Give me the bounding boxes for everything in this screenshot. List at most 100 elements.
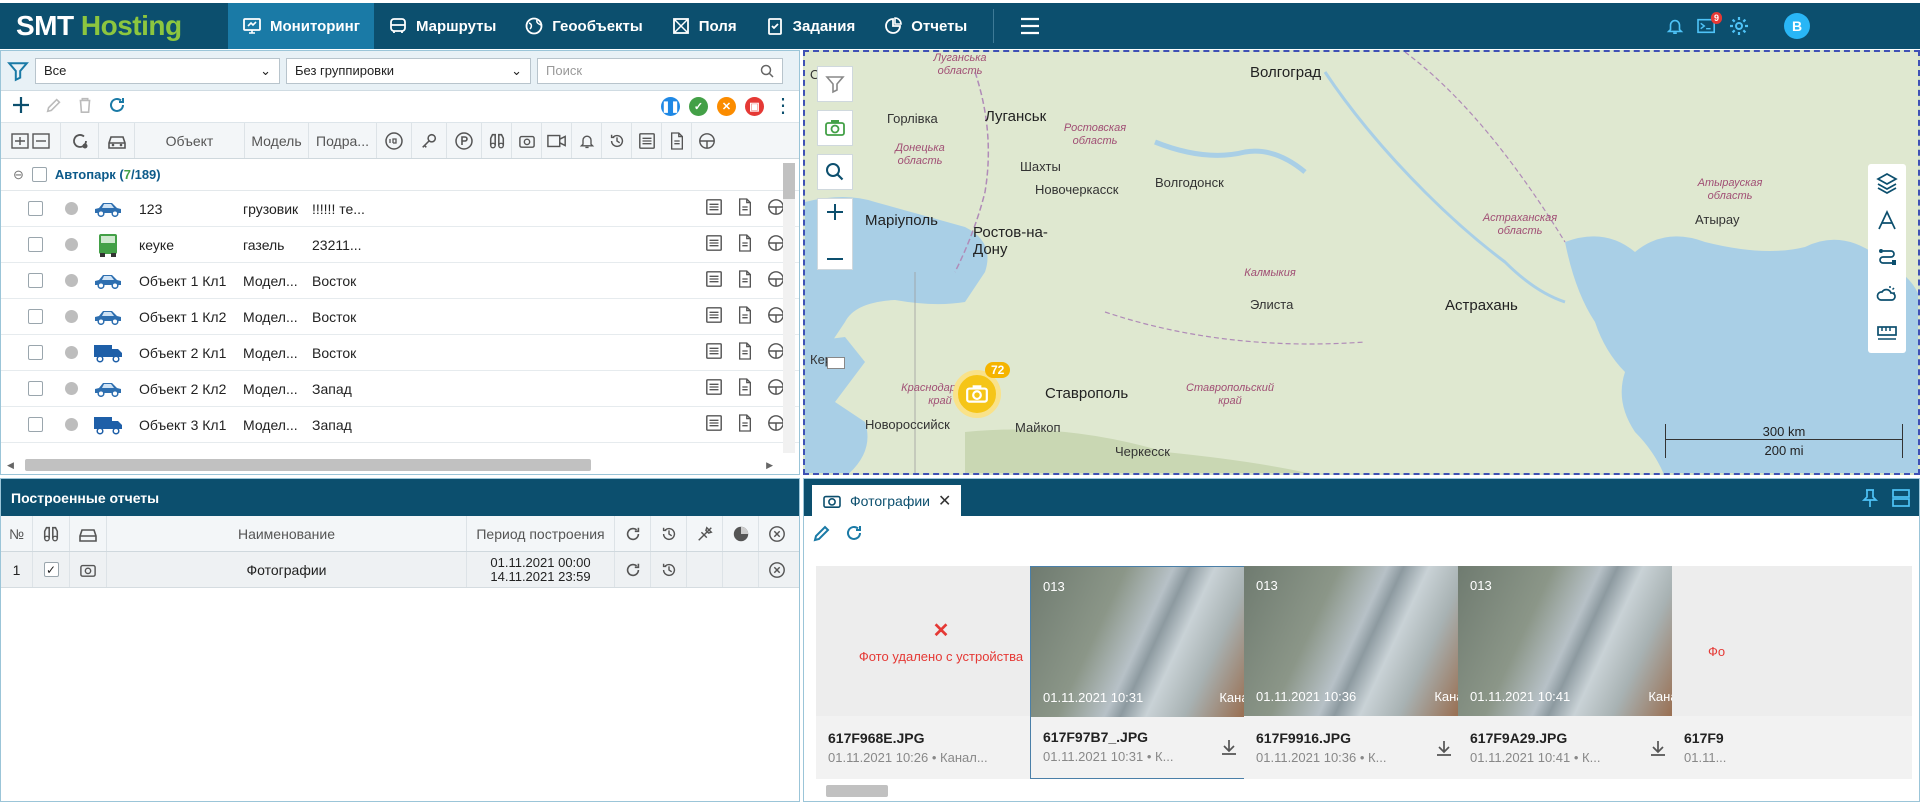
- nav-geoobjects[interactable]: Геообъекты: [510, 3, 656, 49]
- header-period[interactable]: Период построения: [467, 516, 615, 551]
- search-input[interactable]: Поиск: [537, 57, 783, 84]
- nav-tasks[interactable]: Задания: [751, 3, 870, 49]
- binoculars-col-icon[interactable]: [33, 516, 70, 551]
- pin-icon[interactable]: [1861, 488, 1879, 511]
- refresh-col-icon[interactable]: [615, 516, 651, 551]
- map-camera-icon[interactable]: [817, 110, 853, 146]
- history-col-icon[interactable]: [602, 123, 632, 158]
- route-icon[interactable]: [1876, 246, 1898, 271]
- header-model[interactable]: Модель: [245, 123, 309, 158]
- grouping-select[interactable]: Без группировки ⌄: [286, 57, 531, 84]
- horizontal-scrollbar[interactable]: ◀ ▶: [7, 458, 773, 472]
- photo-thumbnail[interactable]: 01301.11.2021 10:36Канал 0: [1244, 566, 1494, 716]
- binoculars-col-icon[interactable]: [482, 123, 512, 158]
- car-col-icon[interactable]: [99, 123, 135, 158]
- zoom-out-icon[interactable]: [826, 241, 844, 267]
- collapse-icon[interactable]: ⊖: [13, 167, 24, 183]
- group-row-autopark[interactable]: ⊖ Автопарк (7/189): [1, 159, 799, 191]
- table-row[interactable]: кеуке газель 23211...: [1, 227, 799, 263]
- row-checkbox[interactable]: [1, 381, 51, 396]
- header-department[interactable]: Подра...: [309, 123, 377, 158]
- ruler-draw-icon[interactable]: [1876, 209, 1898, 234]
- brand-logo[interactable]: SMT Hosting: [0, 10, 228, 42]
- list-icon[interactable]: [705, 378, 723, 399]
- status-select[interactable]: Все ⌄: [35, 57, 280, 84]
- photo-card[interactable]: ✕ Фото удалено с устройства 617F968E.JPG 01…: [816, 566, 1066, 779]
- row-checkbox[interactable]: [1, 273, 51, 288]
- header-num[interactable]: №: [1, 516, 33, 551]
- check-icon[interactable]: ✓: [43, 562, 59, 577]
- photos-horizontal-scrollbar[interactable]: [812, 785, 1912, 799]
- list-icon[interactable]: [705, 414, 723, 435]
- table-row[interactable]: 123 грузовик !!!!!! те...: [1, 191, 799, 227]
- tab-photos[interactable]: Фотографии ✕: [812, 485, 962, 516]
- list-icon[interactable]: [705, 234, 723, 255]
- avatar[interactable]: В: [1784, 13, 1810, 39]
- map-marker-flag[interactable]: [827, 357, 845, 369]
- photo-thumbnail[interactable]: 01301.11.2021 10:31Канал 0: [1031, 567, 1279, 717]
- table-row[interactable]: Объект 1 Кл1 Модел... Восток: [1, 263, 799, 299]
- download-icon[interactable]: [1434, 738, 1454, 761]
- report-row[interactable]: 1 ✓ Фотографии 01.11.2021 00:00 14.11.20…: [1, 552, 799, 588]
- filter-icon[interactable]: [7, 60, 29, 82]
- row-checkbox[interactable]: [1, 417, 51, 432]
- photo-card[interactable]: 01301.11.2021 10:31Канал 0617F97B7_.JPG0…: [1030, 566, 1280, 779]
- history-icon[interactable]: [651, 552, 687, 587]
- expand-collapse-icon[interactable]: [1, 123, 61, 158]
- photo-card[interactable]: 01301.11.2021 10:41Канал 0617F9A29.JPG01…: [1458, 566, 1708, 779]
- header-report-name[interactable]: Наименование: [107, 516, 467, 551]
- edit-icon[interactable]: [812, 523, 832, 546]
- rebuild-icon[interactable]: [615, 552, 651, 587]
- download-icon[interactable]: [1219, 737, 1239, 760]
- table-row[interactable]: Объект 3 Кл1 Модел... Запад: [1, 407, 799, 443]
- row-checkbox[interactable]: [1, 345, 51, 360]
- table-row[interactable]: Объект 2 Кл1 Модел... Восток: [1, 335, 799, 371]
- photo-thumbnail[interactable]: 01301.11.2021 10:41Канал 0: [1458, 566, 1708, 716]
- list-icon[interactable]: [705, 306, 723, 327]
- download-icon[interactable]: [1648, 738, 1668, 761]
- pause-icon[interactable]: ❚❚: [661, 97, 680, 116]
- map-filter-icon[interactable]: [817, 66, 853, 102]
- document-icon[interactable]: [737, 306, 753, 327]
- document-icon[interactable]: [737, 342, 753, 363]
- document-icon[interactable]: [737, 270, 753, 291]
- scroll-thumb[interactable]: [826, 785, 888, 797]
- scroll-thumb[interactable]: [783, 163, 795, 199]
- steering-col-icon[interactable]: [692, 123, 722, 158]
- weather-icon[interactable]: [1876, 283, 1898, 308]
- key-col-icon[interactable]: [412, 123, 447, 158]
- check-icon[interactable]: ✓: [689, 97, 708, 116]
- zoom-in-icon[interactable]: [826, 201, 844, 227]
- parking-col-icon[interactable]: [447, 123, 482, 158]
- document-icon[interactable]: [737, 414, 753, 435]
- trash-icon[interactable]: [77, 96, 93, 117]
- row-checkbox[interactable]: [1, 237, 51, 252]
- messages-icon[interactable]: 9: [1696, 12, 1722, 37]
- tools-icon[interactable]: ✕: [717, 97, 736, 116]
- car-col-icon[interactable]: [70, 516, 107, 551]
- document-col-icon[interactable]: [662, 123, 692, 158]
- gear-icon[interactable]: [1728, 15, 1750, 37]
- bell-col-icon[interactable]: [572, 123, 602, 158]
- nav-reports[interactable]: Отчеты: [869, 3, 981, 49]
- photo-card-partial[interactable]: Фо 617F9 01.11...: [1672, 566, 1912, 779]
- close-col-icon[interactable]: [759, 516, 795, 551]
- history-col-icon[interactable]: [651, 516, 687, 551]
- lock-icon[interactable]: ▣: [745, 97, 764, 116]
- document-icon[interactable]: [737, 198, 753, 219]
- measure-icon[interactable]: [1876, 320, 1898, 345]
- list-icon[interactable]: [705, 270, 723, 291]
- map-pin-col-icon[interactable]: [687, 516, 723, 551]
- menu-icon[interactable]: [1010, 3, 1050, 49]
- table-row[interactable]: Объект 1 Кл2 Модел... Восток: [1, 299, 799, 335]
- scroll-right-icon[interactable]: ▶: [766, 460, 773, 471]
- vertical-scrollbar[interactable]: [783, 163, 795, 453]
- row-checkbox[interactable]: [1, 201, 51, 216]
- close-tab-icon[interactable]: ✕: [938, 491, 951, 511]
- group-checkbox[interactable]: [31, 167, 47, 182]
- layout-icon[interactable]: [1891, 488, 1911, 511]
- camera-col-icon[interactable]: [512, 123, 542, 158]
- nav-routes[interactable]: Маршруты: [374, 3, 510, 49]
- scroll-thumb[interactable]: [25, 459, 591, 471]
- refresh-icon[interactable]: [844, 523, 864, 546]
